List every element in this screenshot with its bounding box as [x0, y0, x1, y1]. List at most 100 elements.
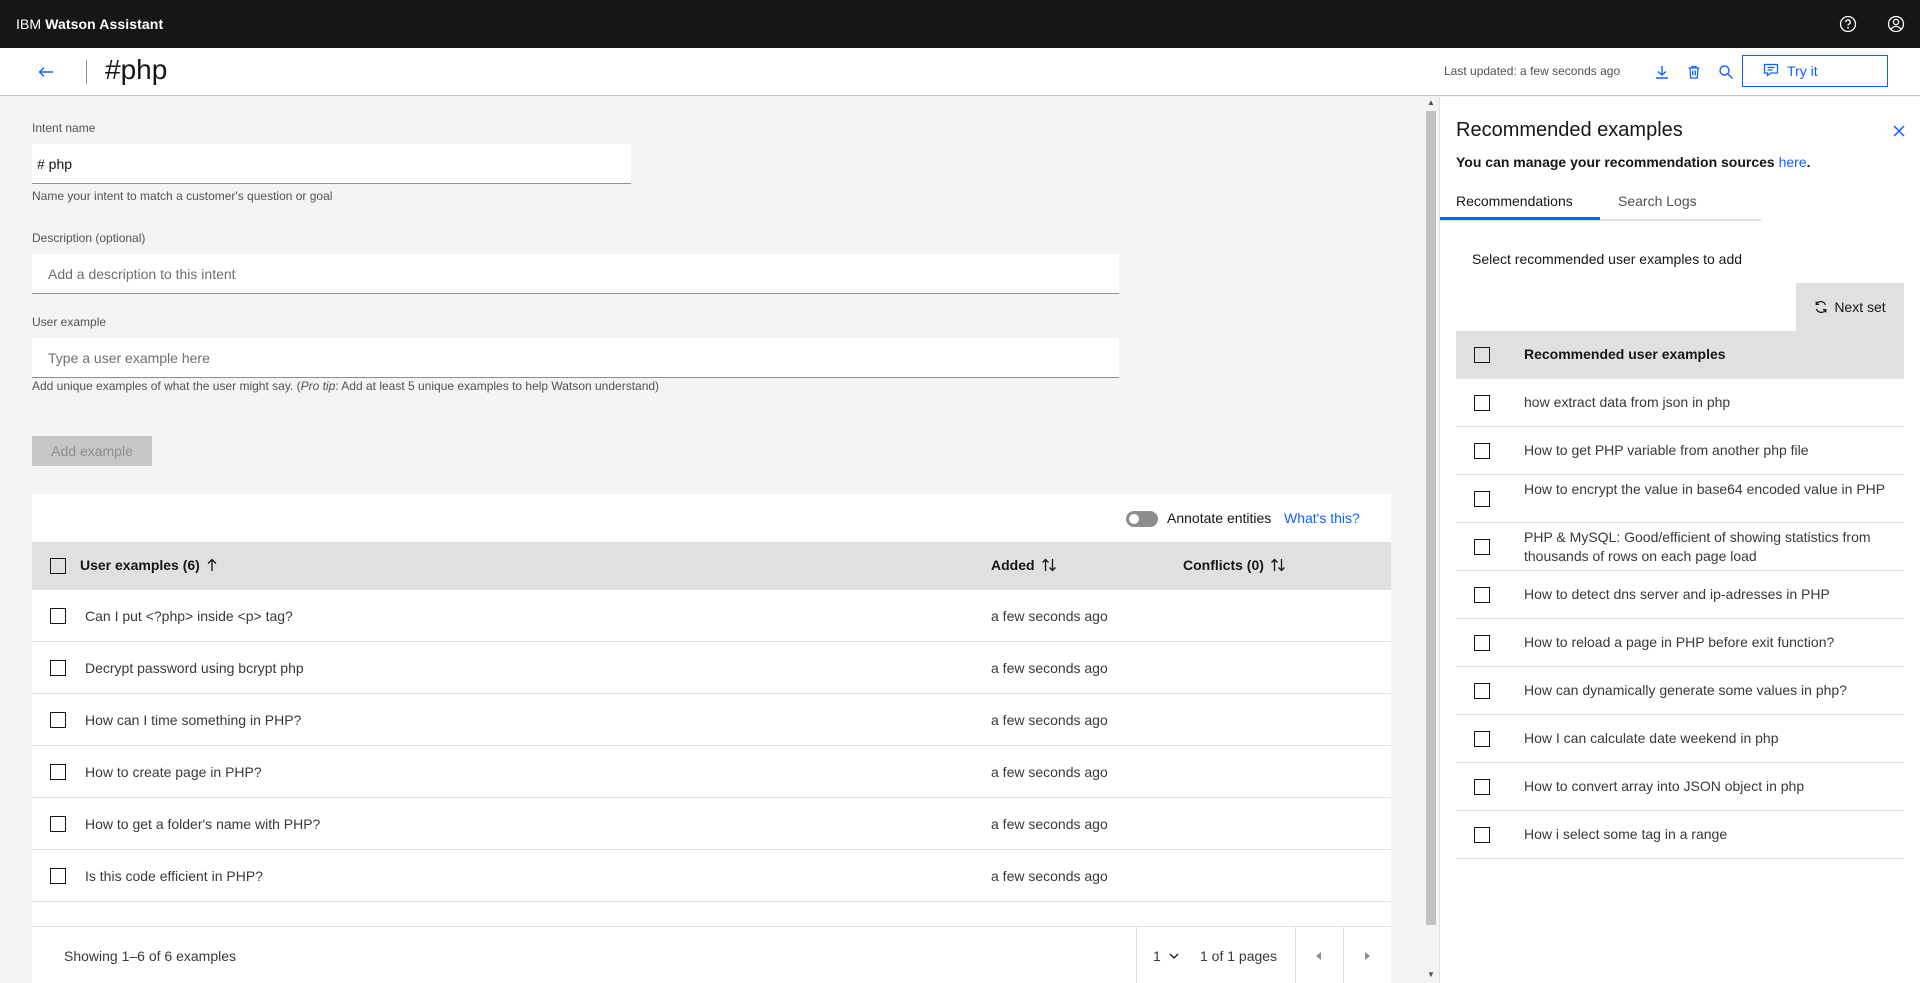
- recommendation-checkbox[interactable]: [1474, 491, 1490, 507]
- row-checkbox[interactable]: [50, 868, 66, 884]
- recommendation-checkbox[interactable]: [1474, 443, 1490, 459]
- recommendation-checkbox[interactable]: [1474, 779, 1490, 795]
- next-page-button[interactable]: [1343, 927, 1391, 983]
- intent-name-value: # php: [37, 155, 73, 172]
- recommendation-row[interactable]: How to convert array into JSON object in…: [1456, 763, 1904, 811]
- row-checkbox[interactable]: [50, 660, 66, 676]
- row-checkbox[interactable]: [50, 764, 66, 780]
- refresh-icon: [1815, 301, 1827, 313]
- added-time: a few seconds ago: [991, 660, 1108, 676]
- recommendation-text: PHP & MySQL: Good/efficient of showing s…: [1524, 529, 1871, 564]
- column-conflicts[interactable]: Conflicts (0): [1183, 557, 1286, 573]
- add-example-button[interactable]: Add example: [32, 436, 152, 466]
- scroll-down-arrow[interactable]: ▼: [1426, 971, 1436, 979]
- recommendation-row[interactable]: how extract data from json in php: [1456, 379, 1904, 427]
- recommendation-checkbox[interactable]: [1474, 539, 1490, 555]
- row-checkbox[interactable]: [50, 816, 66, 832]
- tab-search-logs[interactable]: Search Logs: [1618, 193, 1697, 209]
- recommendation-text: How to detect dns server and ip-adresses…: [1524, 586, 1830, 602]
- table-row[interactable]: How to create page in PHP? a few seconds…: [32, 746, 1391, 798]
- user-example-placeholder: Type a user example here: [48, 349, 210, 366]
- search-icon[interactable]: [1714, 60, 1738, 84]
- tab-recommendations[interactable]: Recommendations: [1456, 193, 1573, 209]
- sort-icon: [1041, 558, 1056, 572]
- recommendation-checkbox[interactable]: [1474, 395, 1490, 411]
- showing-count: Showing 1–6 of 6 examples: [64, 948, 236, 964]
- recommendations-table-header: Recommended user examples: [1456, 331, 1904, 379]
- recommendation-row[interactable]: How i select some tag in a range: [1456, 811, 1904, 859]
- download-icon[interactable]: [1650, 60, 1674, 84]
- recommendation-checkbox[interactable]: [1474, 587, 1490, 603]
- table-row[interactable]: How to get a folder's name with PHP? a f…: [32, 798, 1391, 850]
- table-row[interactable]: Is this code efficient in PHP? a few sec…: [32, 850, 1391, 902]
- column-user-examples[interactable]: User examples (6): [80, 557, 218, 573]
- annotate-entities-label: Annotate entities: [1167, 510, 1272, 526]
- recommendation-checkbox[interactable]: [1474, 683, 1490, 699]
- column-added[interactable]: Added: [991, 557, 1057, 573]
- select-instructions: Select recommended user examples to add: [1472, 251, 1743, 267]
- recommendation-text: How to reload a page in PHP before exit …: [1524, 634, 1835, 650]
- select-all-checkbox[interactable]: [50, 558, 66, 574]
- page-of-text: 1 of 1 pages: [1200, 948, 1278, 964]
- pagination-bar: Showing 1–6 of 6 examples 1 1 of 1 pages: [32, 926, 1391, 983]
- recommendation-text: How I can calculate date weekend in php: [1524, 730, 1779, 746]
- example-text: How can I time something in PHP?: [85, 712, 302, 728]
- help-icon[interactable]: [1824, 0, 1872, 48]
- intent-editor: Intent name # php Name your intent to ma…: [0, 97, 1423, 983]
- table-row[interactable]: Decrypt password using bcrypt php a few …: [32, 642, 1391, 694]
- main-scrollbar[interactable]: ▲ ▼: [1423, 97, 1439, 983]
- try-it-button[interactable]: Try it: [1742, 55, 1888, 87]
- user-examples-table: Annotate entities What's this? User exam…: [32, 494, 1391, 983]
- page-select[interactable]: 1: [1153, 948, 1179, 964]
- example-text: How to get a folder's name with PHP?: [85, 816, 321, 832]
- scroll-up-arrow[interactable]: ▲: [1426, 99, 1436, 107]
- delete-icon[interactable]: [1682, 60, 1706, 84]
- back-arrow-icon[interactable]: [32, 60, 60, 84]
- next-set-button[interactable]: Next set: [1796, 283, 1904, 331]
- user-avatar-icon[interactable]: [1872, 0, 1920, 48]
- manage-sources-link[interactable]: here: [1779, 154, 1807, 170]
- recommendation-text: How can dynamically generate some values…: [1524, 682, 1847, 698]
- recommendation-checkbox[interactable]: [1474, 635, 1490, 651]
- user-example-input[interactable]: Type a user example here: [32, 338, 1119, 378]
- whats-this-link[interactable]: What's this?: [1284, 510, 1360, 526]
- chat-icon: [1763, 63, 1779, 80]
- recommendations-column-label: Recommended user examples: [1524, 346, 1726, 362]
- select-all-recommendations-checkbox[interactable]: [1474, 347, 1490, 363]
- recommendation-checkbox[interactable]: [1474, 731, 1490, 747]
- annotate-entities-toggle[interactable]: [1126, 511, 1158, 527]
- caret-left-icon: [1316, 951, 1321, 960]
- description-input[interactable]: Add a description to this intent: [32, 254, 1119, 294]
- description-label: Description (optional): [32, 231, 146, 245]
- added-time: a few seconds ago: [991, 764, 1108, 780]
- caret-right-icon: [1365, 951, 1370, 960]
- brand-logo[interactable]: IBM Watson Assistant: [16, 16, 163, 32]
- recommendation-row[interactable]: How I can calculate date weekend in php: [1456, 715, 1904, 763]
- recommendation-row[interactable]: How to get PHP variable from another php…: [1456, 427, 1904, 475]
- intent-name-input[interactable]: # php: [32, 144, 631, 184]
- example-text: How to create page in PHP?: [85, 764, 262, 780]
- top-navigation-bar: IBM Watson Assistant: [0, 0, 1920, 48]
- table-row[interactable]: Can I put <?php> inside <p> tag? a few s…: [32, 590, 1391, 642]
- row-checkbox[interactable]: [50, 712, 66, 728]
- row-checkbox[interactable]: [50, 608, 66, 624]
- recommendation-row[interactable]: How to detect dns server and ip-adresses…: [1456, 571, 1904, 619]
- recommendation-text: How to convert array into JSON object in…: [1524, 778, 1805, 794]
- recommendation-row[interactable]: How to reload a page in PHP before exit …: [1456, 619, 1904, 667]
- recommendation-row[interactable]: How can dynamically generate some values…: [1456, 667, 1904, 715]
- previous-page-button[interactable]: [1295, 927, 1343, 983]
- intent-name-helper: Name your intent to match a customer's q…: [32, 189, 333, 203]
- user-example-label: User example: [32, 315, 107, 329]
- table-row[interactable]: How can I time something in PHP? a few s…: [32, 694, 1391, 746]
- scroll-thumb[interactable]: [1426, 111, 1436, 925]
- panel-title: Recommended examples: [1456, 119, 1683, 141]
- recommendation-row[interactable]: How to encrypt the value in base64 encod…: [1456, 475, 1904, 523]
- sort-icon: [1270, 558, 1285, 572]
- recommendation-text: How to get PHP variable from another php…: [1524, 442, 1809, 458]
- recommendation-checkbox[interactable]: [1474, 827, 1490, 843]
- close-icon[interactable]: [1887, 119, 1911, 143]
- try-it-label: Try it: [1787, 63, 1818, 79]
- example-text: Is this code efficient in PHP?: [85, 868, 263, 884]
- recommendation-row[interactable]: PHP & MySQL: Good/efficient of showing s…: [1456, 523, 1904, 571]
- header-divider: [86, 60, 87, 84]
